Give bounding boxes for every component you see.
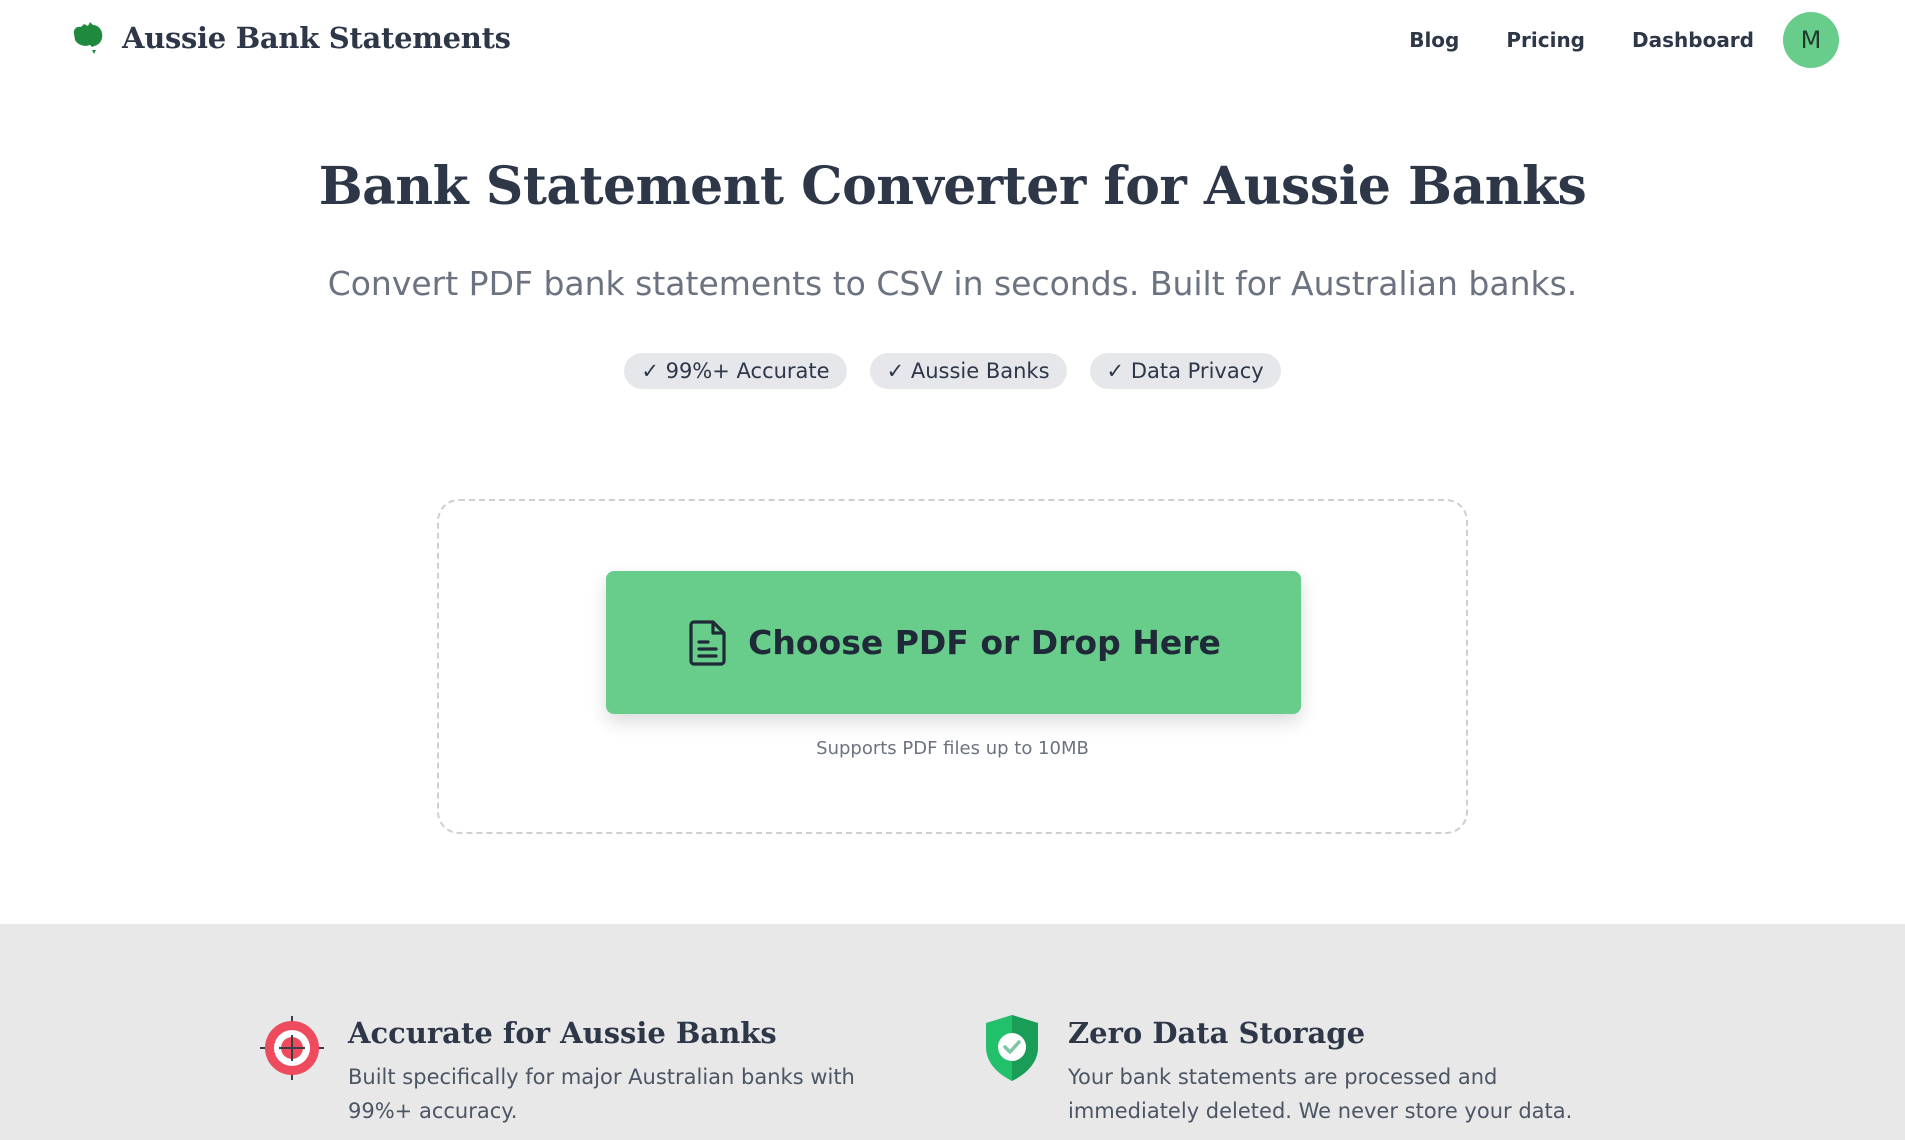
page-title: Bank Statement Converter for Aussie Bank… <box>318 156 1587 217</box>
brand-link[interactable]: Aussie Bank Statements <box>68 18 511 58</box>
badge-aussie-banks: ✓ Aussie Banks <box>869 353 1067 389</box>
target-icon <box>260 1016 324 1080</box>
feature-accurate-title: Accurate for Aussie Banks <box>348 1016 777 1050</box>
badge-accurate: ✓ 99%+ Accurate <box>624 353 847 389</box>
nav-dashboard-link[interactable]: Dashboard <box>1632 28 1754 52</box>
feature-accurate-text: Accurate for Aussie Banks Built specific… <box>348 1014 908 1128</box>
shield-check-icon <box>986 1015 1038 1081</box>
feature-zero-storage-text: Zero Data Storage Your bank statements a… <box>1068 1014 1628 1128</box>
page-subtitle: Convert PDF bank statements to CSV in se… <box>327 264 1578 303</box>
feature-zero-storage-title: Zero Data Storage <box>1068 1016 1366 1050</box>
document-icon <box>689 619 726 666</box>
main-nav: Blog Pricing Dashboard M <box>1409 12 1839 68</box>
feature-badges: ✓ 99%+ Accurate ✓ Aussie Banks ✓ Data Pr… <box>0 353 1905 389</box>
choose-pdf-label: Choose PDF or Drop Here <box>748 623 1221 662</box>
feature-accurate: Accurate for Aussie Banks Built specific… <box>258 1014 908 1128</box>
feature-zero-storage: Zero Data Storage Your bank statements a… <box>978 1014 1628 1128</box>
nav-pricing-link[interactable]: Pricing <box>1506 28 1585 52</box>
choose-pdf-button[interactable]: Choose PDF or Drop Here <box>606 571 1301 714</box>
pdf-dropzone[interactable]: Choose PDF or Drop Here Supports PDF fil… <box>437 499 1468 834</box>
feature-accurate-description: Built specifically for major Australian … <box>348 1065 855 1123</box>
file-size-hint: Supports PDF files up to 10MB <box>816 738 1089 759</box>
badge-data-privacy: ✓ Data Privacy <box>1089 353 1281 389</box>
nav-blog-link[interactable]: Blog <box>1409 28 1459 52</box>
australia-map-icon <box>73 22 103 54</box>
brand-name: Aussie Bank Statements <box>122 21 511 55</box>
feature-zero-storage-description: Your bank statements are processed and i… <box>1068 1065 1573 1123</box>
user-avatar[interactable]: M <box>1783 12 1839 68</box>
features-section: Accurate for Aussie Banks Built specific… <box>0 924 1905 1140</box>
site-header: Aussie Bank Statements Blog Pricing Dash… <box>0 0 1905 80</box>
